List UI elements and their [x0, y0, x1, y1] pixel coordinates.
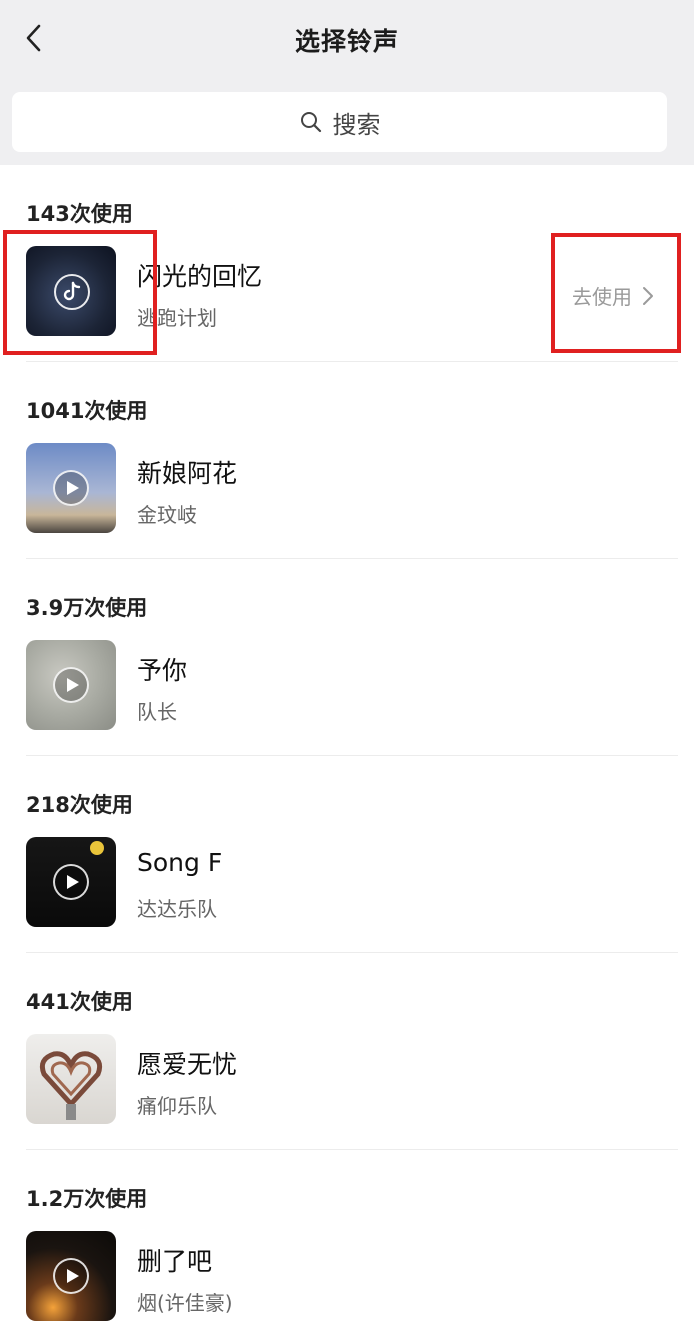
song-artist: 逃跑计划	[137, 306, 217, 330]
chevron-right-icon	[643, 286, 653, 305]
usage-count: 3.9万次使用	[26, 596, 148, 620]
song-title: Song F	[137, 848, 223, 877]
play-icon	[53, 470, 89, 506]
song-title: 新娘阿花	[137, 459, 238, 488]
play-icon	[53, 667, 89, 703]
song-title: 予你	[137, 656, 188, 685]
album-cover[interactable]	[26, 1034, 116, 1124]
use-button-label: 去使用	[572, 285, 632, 309]
header: 选择铃声 搜索	[0, 0, 694, 165]
use-button[interactable]: 去使用	[572, 281, 654, 310]
ringtone-item[interactable]: 1.2万次使用 删了吧 烟(许佳豪)	[0, 1150, 694, 1326]
usage-count: 143次使用	[26, 202, 133, 226]
album-cover[interactable]	[26, 246, 116, 336]
ringtone-item[interactable]: 3.9万次使用 予你 队长	[0, 559, 694, 756]
song-title: 愿爱无忧	[137, 1050, 238, 1079]
ringtone-item[interactable]: 143次使用 闪光的回忆 逃跑计划 去使用	[0, 165, 694, 362]
album-cover[interactable]	[26, 443, 116, 533]
ringtone-item[interactable]: 218次使用 Song F 达达乐队	[0, 756, 694, 953]
ringtone-item[interactable]: 441次使用 愿爱无忧 痛仰乐队	[0, 953, 694, 1150]
play-icon	[53, 864, 89, 900]
song-title: 闪光的回忆	[137, 262, 263, 291]
song-title: 删了吧	[137, 1247, 213, 1276]
usage-count: 218次使用	[26, 793, 133, 817]
badge-icon	[90, 841, 104, 855]
search-icon	[300, 112, 321, 133]
ringtone-list: 143次使用 闪光的回忆 逃跑计划 去使用 1041次使用 新娘阿花 金玟岐 3…	[0, 165, 694, 1326]
album-cover[interactable]	[26, 837, 116, 927]
usage-count: 441次使用	[26, 990, 133, 1014]
song-artist: 痛仰乐队	[137, 1094, 217, 1118]
ringtone-select-screen: 选择铃声 搜索 143次使用 闪光的回忆 逃跑计划 去使用 1041次使用 新娘…	[0, 0, 694, 1326]
music-note-icon	[54, 274, 90, 310]
song-artist: 烟(许佳豪)	[137, 1291, 233, 1315]
song-artist: 队长	[137, 700, 177, 724]
album-cover[interactable]	[26, 1231, 116, 1321]
song-artist: 达达乐队	[137, 897, 217, 921]
heart-sculpture-image	[39, 1051, 103, 1120]
album-cover[interactable]	[26, 640, 116, 730]
usage-count: 1041次使用	[26, 399, 148, 423]
search-bar[interactable]: 搜索	[12, 92, 667, 152]
play-icon	[53, 1258, 89, 1294]
usage-count: 1.2万次使用	[26, 1187, 148, 1211]
search-placeholder: 搜索	[332, 110, 381, 139]
song-artist: 金玟岐	[137, 503, 197, 527]
ringtone-item[interactable]: 1041次使用 新娘阿花 金玟岐	[0, 362, 694, 559]
page-title: 选择铃声	[294, 27, 399, 56]
